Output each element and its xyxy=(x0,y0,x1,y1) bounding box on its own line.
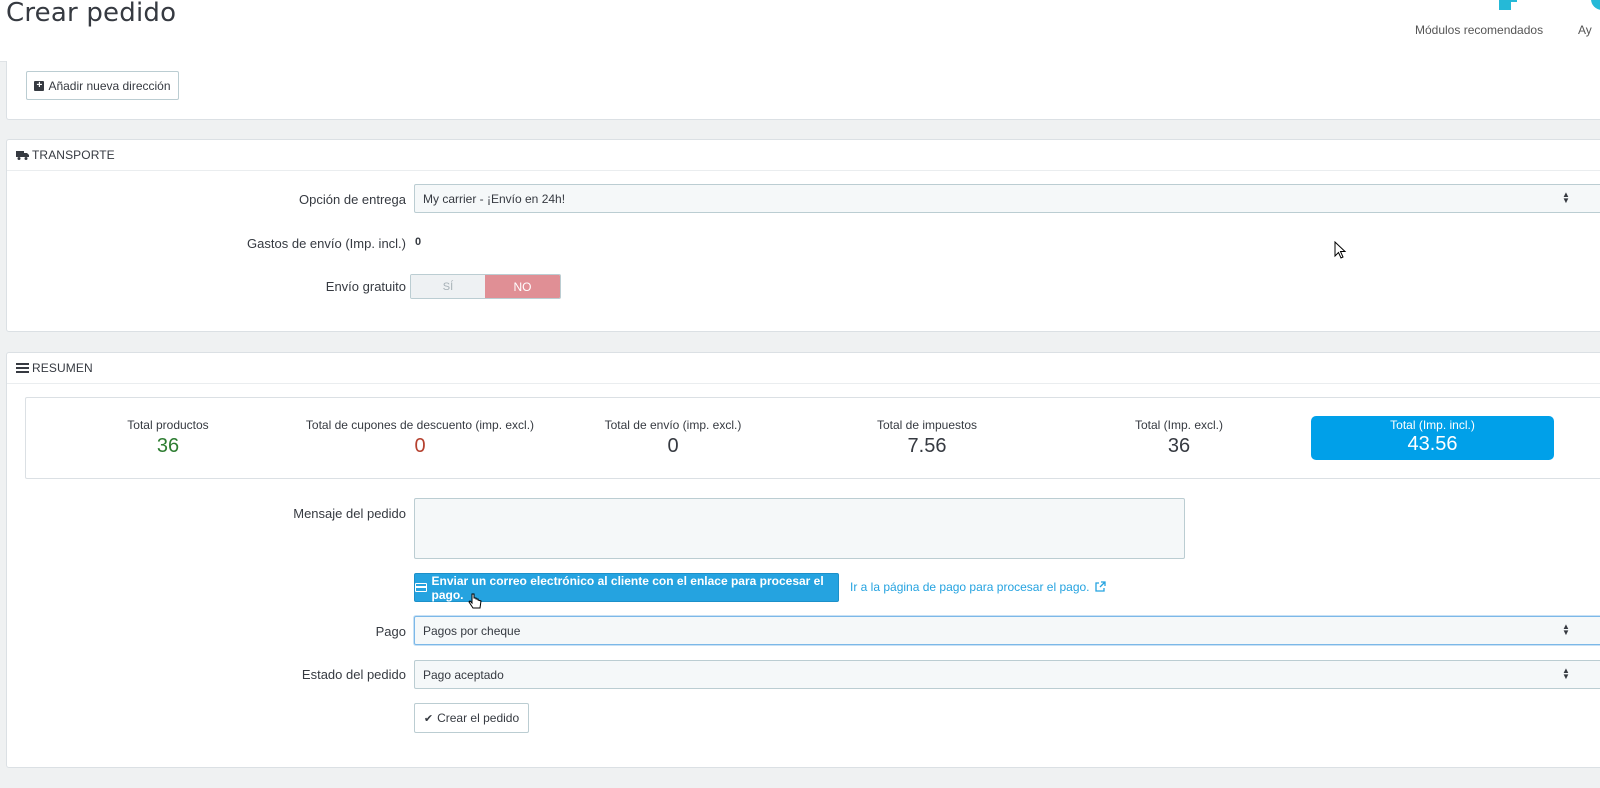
order-state-arrows-icon: ▲ ▼ xyxy=(1562,666,1570,681)
checkmark-icon: ✔ xyxy=(423,712,434,725)
total-tax-incl-label: Total (Imp. incl.) xyxy=(1390,418,1475,432)
transport-heading: TRANSPORTE xyxy=(7,140,1600,171)
payment-label: Pago xyxy=(375,624,406,639)
payment-select[interactable]: Pagos por cheque xyxy=(414,616,1600,645)
free-shipping-label: Envío gratuito xyxy=(325,279,406,294)
total-tax-incl: Total (Imp. incl.) 43.56 xyxy=(1311,416,1554,460)
order-message-label: Mensaje del pedido xyxy=(293,506,406,521)
list-icon xyxy=(16,363,29,373)
create-order-label: Crear el pedido xyxy=(437,711,520,725)
delivery-option-value: My carrier - ¡Envío en 24h! xyxy=(423,191,566,206)
order-state-label: Estado del pedido xyxy=(301,667,406,682)
page-header: Crear pedido Módulos recomendados Ay xyxy=(0,0,1600,62)
summary-heading: RESUMEN xyxy=(7,353,1600,384)
total-vouchers: Total de cupones de descuento (imp. excl… xyxy=(290,418,550,458)
plus-square-icon: + xyxy=(34,80,45,91)
help-icon xyxy=(1591,0,1600,10)
shipping-cost-label: Gastos de envío (Imp. incl.) xyxy=(247,236,406,251)
page-title: Crear pedido xyxy=(6,0,177,28)
total-vouchers-value: 0 xyxy=(414,435,426,457)
payment-page-link-label: Ir a la página de pago para procesar el … xyxy=(850,580,1090,594)
total-taxes: Total de impuestos 7.56 xyxy=(847,418,1007,458)
create-order-button[interactable]: ✔ Crear el pedido xyxy=(414,703,529,733)
order-state-select[interactable]: Pago aceptado xyxy=(414,660,1600,689)
send-payment-email-label: Enviar un correo electrónico al cliente … xyxy=(431,573,824,602)
total-tax-excl-value: 36 xyxy=(1167,435,1191,457)
total-tax-incl-value: 43.56 xyxy=(1407,433,1458,455)
total-products: Total productos 36 xyxy=(88,418,248,458)
total-products-value: 36 xyxy=(156,435,180,457)
total-shipping: Total de envío (imp. excl.) 0 xyxy=(593,418,753,458)
total-vouchers-label: Total de cupones de descuento (imp. excl… xyxy=(305,418,535,432)
shipping-cost-value: 0 xyxy=(415,236,422,248)
add-address-button[interactable]: + Añadir nueva dirección xyxy=(26,71,179,100)
payment-page-link[interactable]: Ir a la página de pago para procesar el … xyxy=(850,580,1106,594)
delivery-option-select[interactable]: My carrier - ¡Envío en 24h! xyxy=(414,184,1600,213)
total-shipping-value: 0 xyxy=(667,435,679,457)
total-taxes-label: Total de impuestos xyxy=(876,418,978,432)
help-button[interactable]: Ay xyxy=(1578,0,1600,60)
payment-value: Pagos por cheque xyxy=(423,623,521,638)
puzzle-icon xyxy=(1499,0,1517,10)
add-address-label: Añadir nueva dirección xyxy=(48,78,171,93)
truck-icon xyxy=(16,150,29,160)
help-label: Ay xyxy=(1578,23,1592,37)
order-state-value: Pago aceptado xyxy=(423,667,504,682)
recommended-modules-button[interactable]: Módulos recomendados xyxy=(1414,0,1574,60)
free-shipping-no-option[interactable]: NO xyxy=(485,275,560,298)
total-tax-excl-label: Total (Imp. excl.) xyxy=(1134,418,1224,432)
delivery-option-arrows-icon: ▲ ▼ xyxy=(1562,190,1570,205)
summary-title: RESUMEN xyxy=(32,361,93,375)
order-message-textarea[interactable] xyxy=(414,498,1185,559)
arrow-cursor-icon xyxy=(1334,241,1347,259)
delivery-option-label: Opción de entrega xyxy=(299,192,406,207)
total-shipping-label: Total de envío (imp. excl.) xyxy=(604,418,742,432)
credit-card-icon xyxy=(415,583,427,592)
addresses-card: + Añadir nueva dirección xyxy=(6,61,1600,120)
totals-panel: Total productos 36 Total de cupones de d… xyxy=(25,397,1600,479)
free-shipping-yes-option[interactable]: SÍ xyxy=(411,275,485,298)
total-taxes-value: 7.56 xyxy=(907,435,947,457)
total-products-label: Total productos xyxy=(127,418,209,432)
total-tax-excl: Total (Imp. excl.) 36 xyxy=(1099,418,1259,458)
transport-title: TRANSPORTE xyxy=(32,148,115,162)
external-link-icon xyxy=(1095,581,1106,592)
hand-cursor-icon xyxy=(468,593,482,609)
payment-arrows-icon: ▲ ▼ xyxy=(1562,622,1570,637)
free-shipping-toggle[interactable]: SÍ NO xyxy=(410,274,561,299)
recommended-modules-label: Módulos recomendados xyxy=(1415,23,1544,37)
